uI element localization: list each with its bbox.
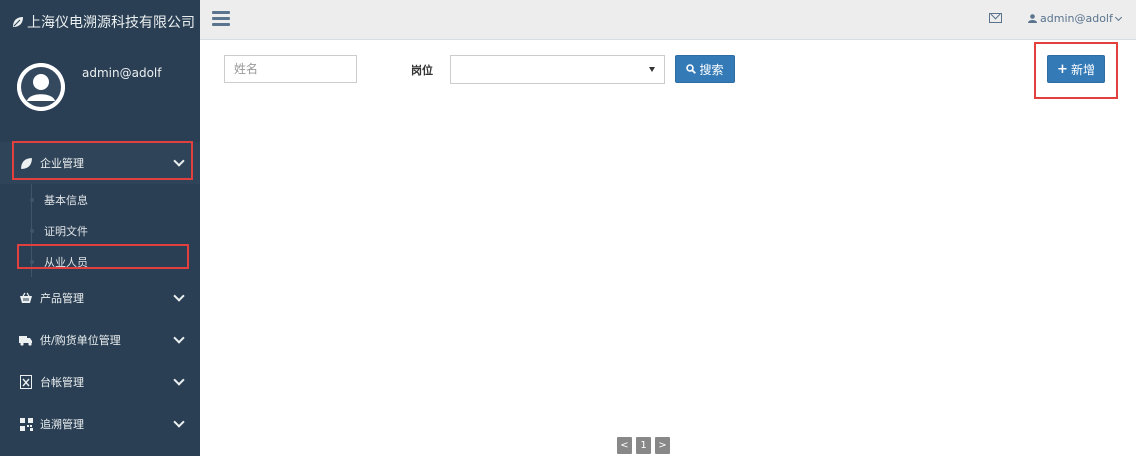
chevron-down-icon: [173, 155, 185, 167]
basket-icon: [18, 291, 34, 305]
plus-icon: +: [1057, 61, 1068, 77]
sidebar: 上海仪电溯源科技有限公司 admin@adolf 企业管理 基本信息 证明文件 …: [0, 0, 200, 456]
user-icon: [1028, 14, 1037, 23]
submenu-enterprise: 基本信息 证明文件 从业人员: [0, 184, 200, 277]
profile: admin@adolf: [0, 44, 200, 134]
sidebar-item-label: 追溯管理: [40, 418, 84, 431]
mail-icon[interactable]: [989, 13, 1002, 23]
chevron-down-icon: [173, 416, 185, 428]
sidebar-subitem-basic-info[interactable]: 基本信息: [0, 184, 200, 215]
page-button-current[interactable]: 1: [636, 437, 651, 454]
position-label: 岗位: [411, 64, 433, 77]
user-menu[interactable]: admin@adolf: [1028, 12, 1122, 25]
sidebar-item-label: 企业管理: [40, 157, 84, 170]
brand-title: 上海仪电溯源科技有限公司: [27, 15, 195, 31]
next-page-button[interactable]: >: [655, 437, 670, 454]
search-icon: [686, 64, 697, 74]
sidebar-item-ledger[interactable]: 台帐管理: [0, 361, 200, 403]
app: 上海仪电溯源科技有限公司 admin@adolf 企业管理 基本信息 证明文件 …: [0, 0, 1136, 456]
profile-username: admin@adolf: [82, 66, 162, 80]
user-menu-label: admin@adolf: [1040, 12, 1113, 25]
caret-down-icon: [649, 67, 655, 72]
sidebar-item-label: 产品管理: [40, 292, 84, 305]
sidebar-menu: 企业管理 基本信息 证明文件 从业人员 产品管理 供/购货单位管理 台帐管理 追…: [0, 142, 200, 445]
chevron-down-icon: [173, 332, 185, 344]
brand[interactable]: 上海仪电溯源科技有限公司: [0, 0, 200, 44]
add-button-label: 新增: [1070, 62, 1095, 77]
chevron-down-icon: [1114, 13, 1122, 21]
sidebar-subitem-certificates[interactable]: 证明文件: [0, 215, 200, 246]
search-button-label: 搜索: [699, 62, 724, 77]
sidebar-item-enterprise[interactable]: 企业管理: [0, 142, 200, 184]
sidebar-subitem-label: 从业人员: [44, 255, 88, 269]
leaf-icon: [13, 17, 23, 27]
sidebar-item-label: 台帐管理: [40, 376, 84, 389]
avatar[interactable]: [17, 63, 65, 111]
prev-page-button[interactable]: <: [617, 437, 632, 454]
menu-toggle-icon[interactable]: [212, 11, 230, 26]
chevron-down-icon: [173, 374, 185, 386]
sidebar-item-products[interactable]: 产品管理: [0, 277, 200, 319]
add-button[interactable]: + 新增: [1047, 55, 1105, 83]
user-avatar-icon: [17, 63, 65, 111]
sidebar-subitem-employees[interactable]: 从业人员: [0, 246, 200, 277]
sidebar-subitem-label: 基本信息: [44, 193, 88, 207]
sidebar-item-traceability[interactable]: 追溯管理: [0, 403, 200, 445]
sidebar-item-suppliers[interactable]: 供/购货单位管理: [0, 319, 200, 361]
leaf-icon: [18, 156, 34, 170]
qrcode-icon: [18, 417, 34, 431]
excel-icon: [18, 375, 34, 389]
search-button[interactable]: 搜索: [675, 55, 735, 83]
position-select[interactable]: [450, 55, 665, 84]
sidebar-item-label: 供/购货单位管理: [40, 334, 121, 347]
chevron-down-icon: [173, 290, 185, 302]
name-input[interactable]: [224, 55, 357, 83]
truck-icon: [18, 333, 34, 347]
pagination: < 1 >: [617, 437, 674, 454]
sidebar-subitem-label: 证明文件: [44, 224, 88, 238]
top-nav: admin@adolf: [200, 0, 1136, 40]
